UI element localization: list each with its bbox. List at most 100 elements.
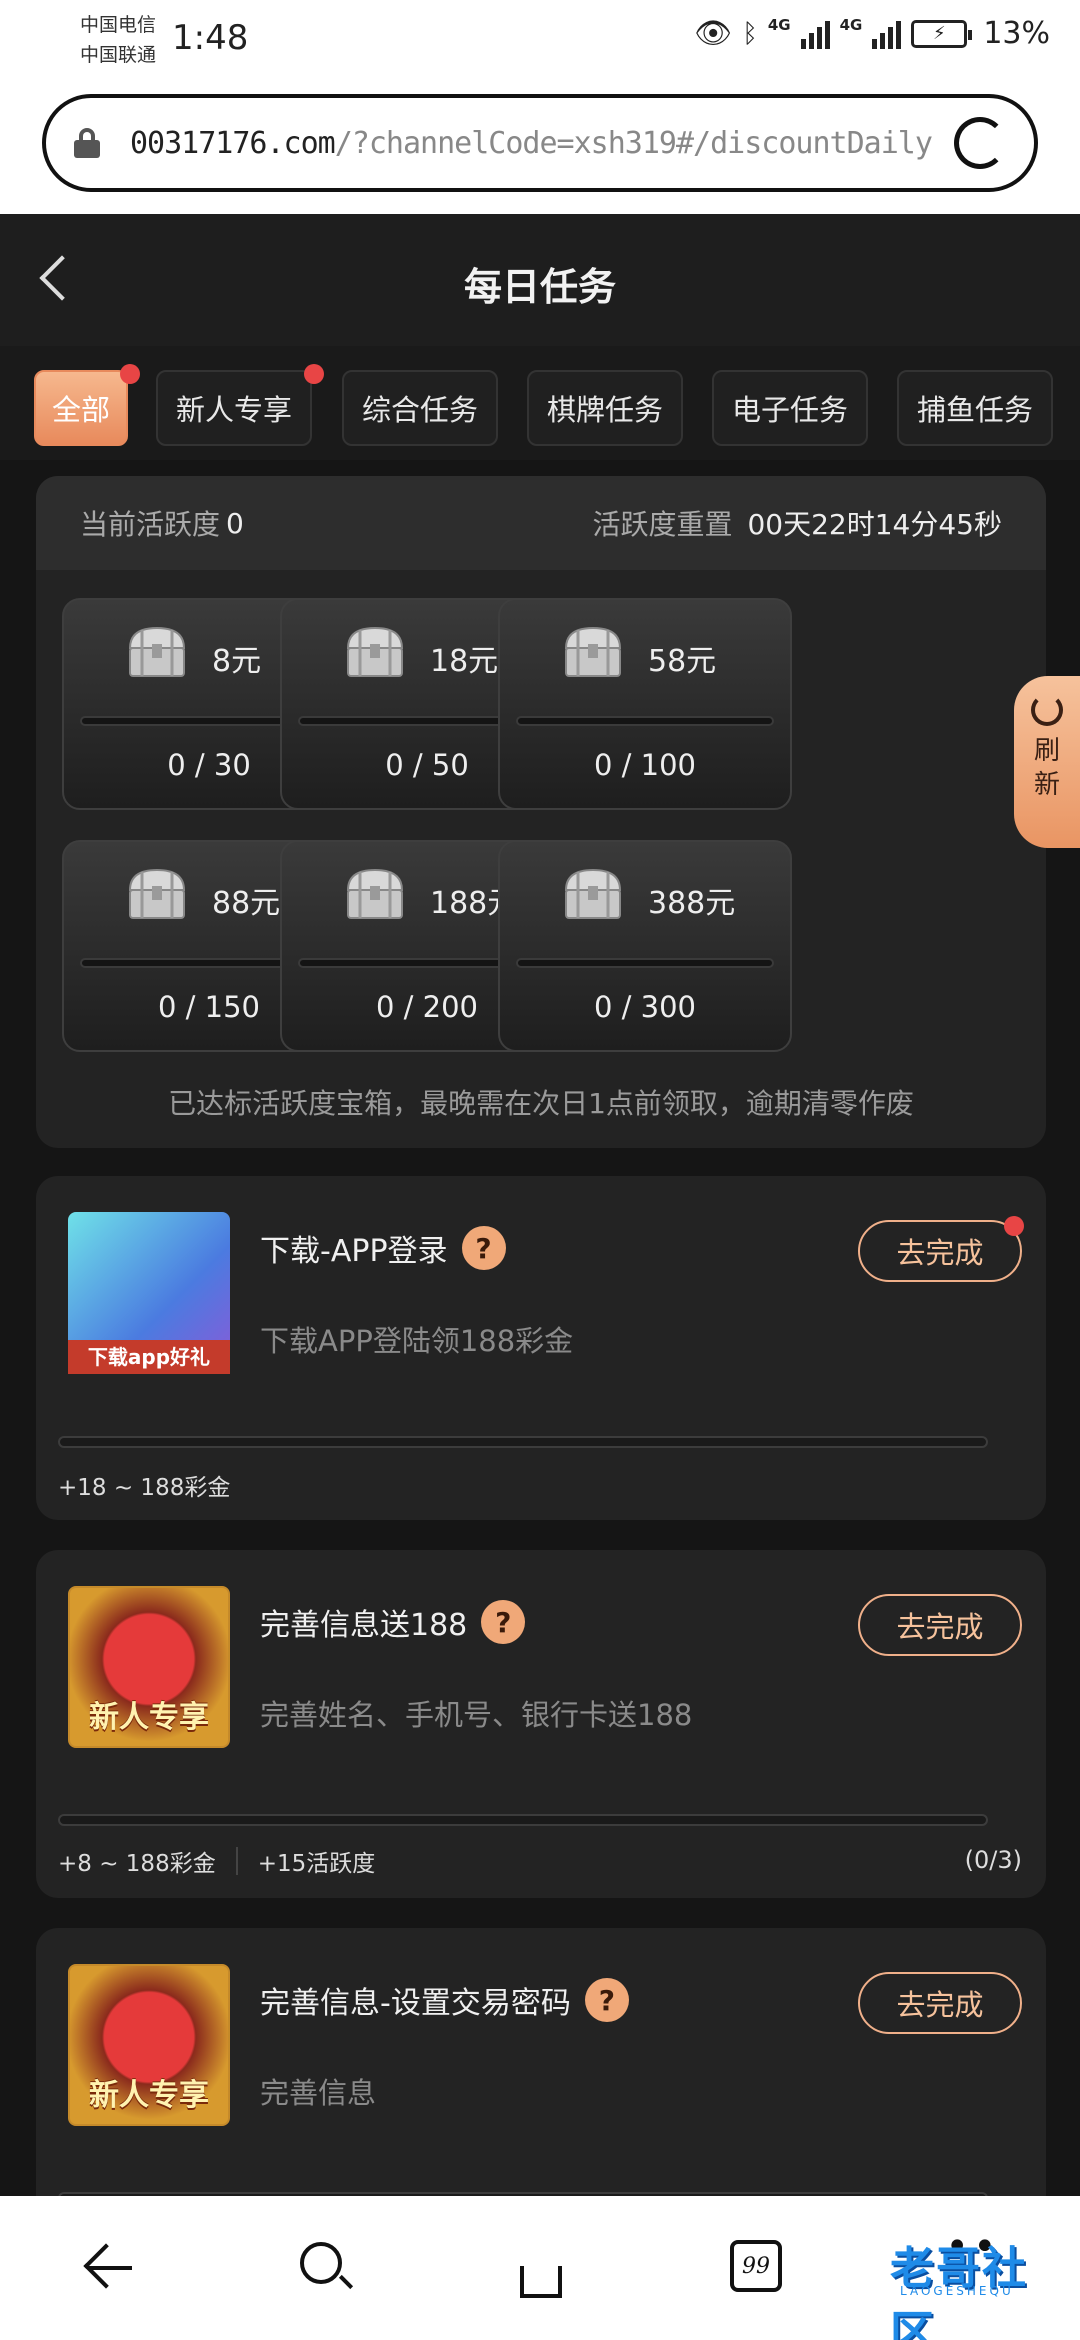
home-icon[interactable]	[506, 2232, 576, 2302]
notification-dot	[304, 364, 324, 384]
task-title: 完善信息-设置交易密码 ?	[260, 1978, 629, 2022]
reward-text: +8 ~ 188彩金	[58, 1851, 216, 1877]
watermark-subtext: LAOGESHEQU	[900, 2284, 1014, 2298]
thumbnail-caption: 下载app好礼	[68, 1340, 230, 1374]
tab-fishing[interactable]: 捕鱼任务	[897, 370, 1053, 446]
bluetooth-icon: ᛒ	[742, 18, 758, 49]
button-label: 去完成	[896, 1610, 984, 1644]
tabs-count: 99	[730, 2240, 782, 2292]
tab-label: 全部	[51, 393, 110, 427]
chest-progress-bar	[516, 958, 774, 968]
tab-newcomer[interactable]: 新人专享	[156, 364, 324, 446]
carrier-info: 中国电信 中国联通	[80, 10, 156, 70]
treasure-chest-icon	[128, 868, 186, 919]
page-header: 每日任务	[0, 214, 1080, 346]
chest-amount: 58元	[648, 644, 717, 679]
chest-progress: 0 / 100	[593, 748, 696, 782]
address-bar[interactable]: 00317176.com/?channelCode=xsh319#/discou…	[42, 94, 1038, 192]
chest-amount: 8元	[212, 644, 262, 679]
url-text[interactable]: 00317176.com/?channelCode=xsh319#/discou…	[130, 125, 933, 161]
task-reward: +8 ~ 188彩金 +15活跃度	[58, 1844, 375, 1878]
chest-amount: 388元	[648, 886, 736, 921]
treasure-chest-icon	[346, 626, 404, 677]
tab-label: 综合任务	[361, 393, 478, 427]
task-title-text: 完善信息-设置交易密码	[260, 1986, 571, 2021]
reward-chest[interactable]: 388元 0 / 300	[498, 840, 792, 1052]
divider	[235, 1847, 238, 1875]
tab-electronic[interactable]: 电子任务	[712, 370, 868, 446]
status-bar: 中国电信 中国联通 1:48 👁 ᛒ 4G 4G ⚡ 13%	[0, 0, 1080, 90]
chest-progress: 0 / 300	[593, 990, 696, 1024]
carrier-1: 中国电信	[80, 14, 157, 36]
task-count: (0/3)	[964, 1846, 1022, 1874]
refresh-label-2: 新	[1033, 770, 1060, 800]
treasure-chest-icon	[564, 868, 622, 919]
activity-panel: 当前活跃度 0 活跃度重置 00天22时14分45秒 8元 0 / 30 18元…	[36, 476, 1046, 1148]
task-description: 完善姓名、手机号、银行卡送188	[260, 1698, 693, 1732]
reset-label: 活跃度重置	[592, 508, 733, 541]
lock-icon	[74, 128, 100, 158]
help-icon[interactable]: ?	[584, 1978, 629, 2022]
button-label: 去完成	[896, 1988, 984, 2022]
chest-progress-bar	[516, 716, 774, 726]
reward-text: +18 ~ 188彩金	[58, 1475, 231, 1501]
network-type-1: 4G	[767, 16, 791, 34]
category-tabs: 全部 新人专享 综合任务 棋牌任务 电子任务 捕鱼任务	[0, 346, 1080, 460]
task-thumbnail: 下载app好礼	[68, 1212, 230, 1374]
battery-icon: ⚡	[911, 19, 973, 48]
task-card: 新人专享 完善信息-设置交易密码 ? 完善信息 去完成	[36, 1928, 1046, 2228]
current-activity-value: 0	[226, 506, 244, 540]
status-icons: 👁 ᛒ 4G 4G ⚡ 13%	[694, 16, 1050, 51]
nav-back-button[interactable]	[74, 2232, 144, 2302]
tab-label: 电子任务	[731, 393, 848, 427]
reload-icon[interactable]	[954, 117, 1006, 169]
signal-icon-2	[872, 19, 902, 49]
url-domain: 00317176.com	[130, 125, 336, 161]
tab-general[interactable]: 综合任务	[342, 370, 498, 446]
complete-task-button[interactable]: 去完成	[858, 1972, 1022, 2034]
tab-label: 新人专享	[175, 393, 292, 427]
complete-task-button[interactable]: 去完成	[858, 1216, 1024, 1282]
complete-task-button[interactable]: 去完成	[858, 1594, 1022, 1656]
clock: 1:48	[172, 18, 249, 58]
tabs-button[interactable]: 99	[722, 2232, 792, 2302]
url-path: /?channelCode=xsh319#/discountDaily	[334, 125, 933, 161]
help-icon[interactable]: ?	[481, 1600, 526, 1644]
battery-percent: 13%	[983, 16, 1050, 51]
activity-reward: +15活跃度	[257, 1851, 376, 1877]
chest-expiry-note: 已达标活跃度宝箱，最晚需在次日1点前领取，逾期清零作废	[168, 1087, 914, 1120]
tab-all[interactable]: 全部	[34, 364, 140, 446]
help-icon[interactable]: ?	[461, 1226, 506, 1270]
refresh-button[interactable]: 刷 新	[1014, 676, 1080, 848]
reset-countdown: 00天22时14分45秒	[747, 508, 1002, 541]
treasure-chest-icon	[128, 626, 186, 677]
task-title: 下载-APP登录 ?	[260, 1226, 506, 1270]
carrier-2: 中国联通	[80, 44, 157, 66]
reward-chest[interactable]: 58元 0 / 100	[498, 598, 792, 810]
task-progress-bar	[58, 1436, 988, 1448]
task-progress-bar	[58, 1814, 988, 1826]
task-card: 下载app好礼 下载-APP登录 ? 下载APP登陆领188彩金 去完成 +18…	[36, 1176, 1046, 1520]
thumbnail-caption: 新人专享	[89, 2078, 209, 2113]
site-watermark-logo: 老哥社区 LAOGESHEQU	[840, 2224, 1070, 2340]
task-reward: +18 ~ 188彩金	[58, 1468, 230, 1502]
tab-label: 捕鱼任务	[916, 393, 1033, 427]
eye-icon: 👁	[694, 16, 733, 51]
reset-timer: 活跃度重置 00天22时14分45秒	[593, 503, 1002, 543]
task-description: 完善信息	[260, 2076, 377, 2110]
tab-card-games[interactable]: 棋牌任务	[527, 370, 683, 446]
treasure-chest-icon	[564, 626, 622, 677]
activity-header: 当前活跃度 0 活跃度重置 00天22时14分45秒	[36, 476, 1046, 570]
signal-icon-1	[800, 19, 830, 49]
treasure-chest-icon	[346, 868, 404, 919]
notification-dot	[120, 364, 140, 384]
chest-amount: 18元	[430, 644, 499, 679]
notification-dot	[1004, 1216, 1024, 1236]
current-activity-label: 当前活跃度	[80, 508, 221, 541]
chest-amount: 88元	[212, 886, 281, 921]
task-title: 完善信息送188 ?	[260, 1600, 526, 1644]
task-thumbnail: 新人专享	[68, 1964, 230, 2126]
task-title-text: 完善信息送188	[260, 1608, 468, 1643]
search-icon[interactable]	[290, 2232, 360, 2302]
thumbnail-caption: 新人专享	[89, 1700, 209, 1735]
